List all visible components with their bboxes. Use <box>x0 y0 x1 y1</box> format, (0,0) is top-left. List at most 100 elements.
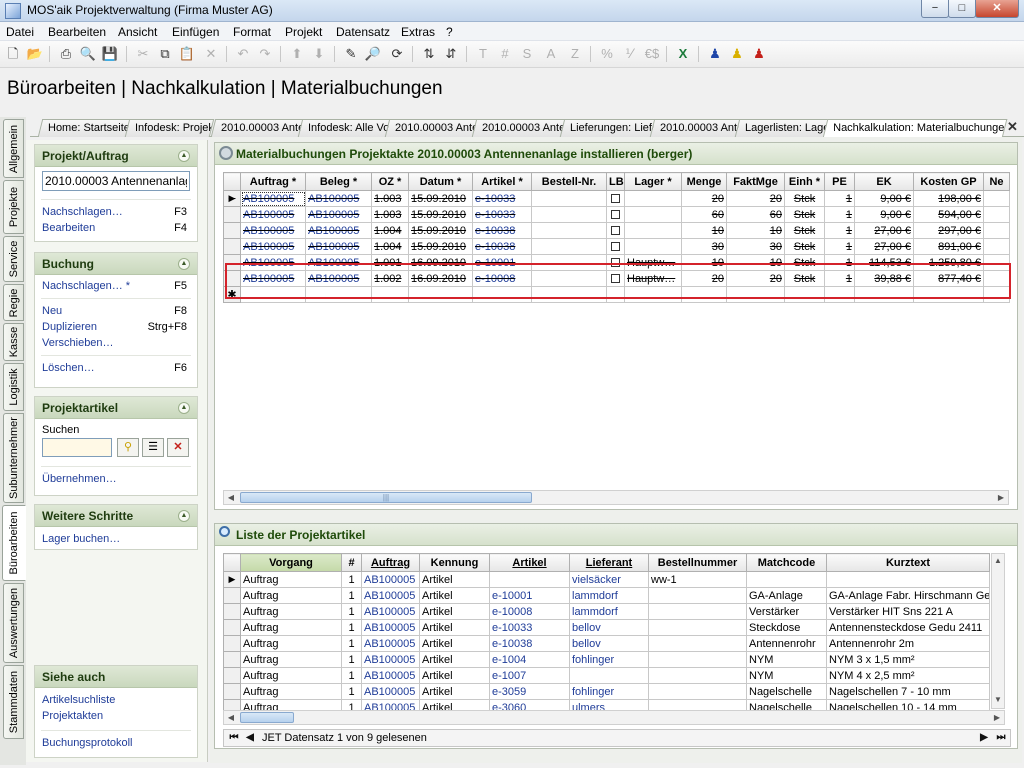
first-record-icon[interactable]: ⏮ <box>227 731 241 745</box>
col-lager[interactable]: Lager * <box>624 172 682 191</box>
clear-filter-icon[interactable]: ✕ <box>167 438 189 457</box>
col-auftrag[interactable]: Auftrag * <box>240 172 306 191</box>
table-row[interactable]: Auftrag 1 AB100005 Artikel e-10001 lammd… <box>223 587 990 604</box>
cut-icon[interactable]: ✂ <box>134 45 152 63</box>
vtab-bueroarbeiten[interactable]: Büroarbeiten <box>2 505 26 581</box>
copy-icon[interactable]: ⧉ <box>156 45 174 63</box>
col-kennung[interactable]: Kennung <box>419 553 490 572</box>
row-selector-icon[interactable]: ▶ <box>223 571 241 588</box>
buchung-verschieben-link[interactable]: Verschieben… <box>35 335 197 351</box>
save-icon[interactable]: 💾 <box>101 45 119 63</box>
previous-record-icon[interactable]: ◀ <box>243 731 257 745</box>
refresh-icon[interactable]: ⟳ <box>388 45 406 63</box>
projektartikel-search-input[interactable] <box>42 438 112 457</box>
vtab-logistik[interactable]: Logistik <box>3 363 24 411</box>
undo-icon[interactable]: ↶ <box>234 45 252 63</box>
menu-ansicht[interactable]: Ansicht <box>118 25 157 39</box>
vtab-projekte[interactable]: Projekte <box>3 180 24 234</box>
buchungsprotokoll-link[interactable]: Buchungsprotokoll <box>35 735 197 751</box>
minimize-button[interactable]: − <box>921 0 949 18</box>
table-row[interactable]: AB100005 AB100005 1.004 15.09.2010 e-100… <box>223 238 1010 255</box>
table-row[interactable]: ▶ AB100005 AB100005 1.003 15.09.2010 e-1… <box>223 190 1010 207</box>
menu-datei[interactable]: Datei <box>6 25 34 39</box>
a-icon[interactable]: A <box>542 45 560 63</box>
col-bestellnummer[interactable]: Bestellnummer <box>648 553 747 572</box>
vtab-auswertungen[interactable]: Auswertungen <box>3 583 24 663</box>
col-pe[interactable]: PE <box>824 172 855 191</box>
row-selector-icon[interactable]: ▶ <box>223 190 241 207</box>
menu-einfuegen[interactable]: Einfügen <box>172 25 219 39</box>
vtab-stammdaten[interactable]: Stammdaten <box>3 665 24 739</box>
scroll-left-icon[interactable]: ◀ <box>225 492 237 504</box>
lb-checkbox[interactable] <box>611 258 620 268</box>
col-kurztext[interactable]: Kurztext <box>826 553 990 572</box>
projektakten-link[interactable]: Projektakten <box>35 708 197 724</box>
outline-numbering-icon[interactable]: ⅟ <box>620 45 638 63</box>
projekt-auftrag-input[interactable] <box>42 171 190 191</box>
delete-icon[interactable]: ✕ <box>202 45 220 63</box>
table-row[interactable]: Auftrag 1 AB100005 Artikel e-10033 bello… <box>223 619 990 636</box>
col-datum[interactable]: Datum * <box>408 172 473 191</box>
currency-icon[interactable]: €$ <box>643 45 661 63</box>
find-icon[interactable]: 🔎 <box>364 45 382 63</box>
vtab-kasse[interactable]: Kasse <box>3 323 24 361</box>
collapse-icon[interactable]: ▲ <box>178 402 190 414</box>
tab-antennenanlage-3[interactable]: 2010.00003 Antennenanlage <box>471 119 567 137</box>
tab-nachkalkulation-materialbuchungen[interactable]: Nachkalkulation: Materialbuchungen <box>822 119 1008 138</box>
lb-checkbox[interactable] <box>611 242 620 252</box>
user-red-icon[interactable]: ♟ <box>750 45 768 63</box>
col-ek[interactable]: EK <box>854 172 914 191</box>
scroll-right-icon[interactable]: ▶ <box>995 492 1007 504</box>
scroll-up-icon[interactable]: ▲ <box>992 555 1004 567</box>
tab-lieferungen[interactable]: Lieferungen: Lieferungen <box>559 119 659 137</box>
menu-extras[interactable]: Extras <box>401 25 435 39</box>
excel-export-icon[interactable]: X <box>674 45 692 63</box>
menu-bearbeiten[interactable]: Bearbeiten <box>48 25 106 39</box>
paste-icon[interactable]: 📋 <box>178 45 196 63</box>
uebernehmen-link[interactable]: Übernehmen… <box>35 471 197 487</box>
menu-help[interactable]: ? <box>446 25 453 39</box>
table-row[interactable]: AB100005 AB100005 1.004 15.09.2010 e-100… <box>223 222 1010 239</box>
col-faktmge[interactable]: FaktMge <box>726 172 785 191</box>
horizontal-scrollbar[interactable]: ◀ ▶ <box>223 710 1005 725</box>
collapse-icon[interactable]: ▲ <box>178 510 190 522</box>
collapse-icon[interactable]: ▲ <box>178 258 190 270</box>
last-record-icon[interactable]: ⏭ <box>994 731 1008 745</box>
tab-infodesk-projekte[interactable]: Infodesk: Projekte <box>124 119 215 137</box>
close-button[interactable]: ✕ <box>975 0 1019 18</box>
tab-infodesk-alle[interactable]: Infodesk: Alle Vorgänge <box>297 119 393 137</box>
menu-format[interactable]: Format <box>233 25 271 39</box>
z-icon[interactable]: Z <box>566 45 584 63</box>
col-artikel[interactable]: Artikel * <box>472 172 532 191</box>
lb-checkbox[interactable] <box>611 194 620 204</box>
tab-lagerlisten[interactable]: Lagerlisten: Lagerlisten <box>734 119 832 137</box>
col-vorgang[interactable]: Vorgang <box>240 553 342 572</box>
col-lb[interactable]: LB <box>606 172 625 191</box>
col-artikel[interactable]: Artikel <box>489 553 570 572</box>
percent-icon[interactable]: % <box>598 45 616 63</box>
vtab-subunternehmer[interactable]: Subunternehmer <box>3 413 24 503</box>
table-row[interactable]: AB100005 AB100005 1.003 15.09.2010 e-100… <box>223 206 1010 223</box>
col-matchcode[interactable]: Matchcode <box>746 553 827 572</box>
menu-datensatz[interactable]: Datensatz <box>336 25 390 39</box>
vtab-regie[interactable]: Regie <box>3 284 24 321</box>
table-row[interactable]: Auftrag 1 AB100005 Artikel e-10038 bello… <box>223 635 990 652</box>
table-row[interactable]: AB100005 AB100005 1.002 16.09.2010 e-100… <box>223 270 1010 287</box>
filter-list-icon[interactable]: ☰ <box>142 438 164 457</box>
table-row[interactable]: ▶ Auftrag 1 AB100005 Artikel vielsäcker … <box>223 571 990 588</box>
user-blue-icon[interactable]: ♟ <box>706 45 724 63</box>
col-kosten-gp[interactable]: Kosten GP <box>913 172 984 191</box>
next-record-icon[interactable]: ▶ <box>977 731 991 745</box>
projekt-bearbeiten-link[interactable]: Bearbeiten F4 <box>35 220 197 236</box>
lb-checkbox[interactable] <box>611 274 620 284</box>
scroll-down-icon[interactable]: ▼ <box>992 694 1004 706</box>
new-row[interactable]: ✱ <box>223 286 1010 303</box>
move-down-icon[interactable]: ⬇ <box>310 45 328 63</box>
tab-home-startseite[interactable]: Home: Startseite <box>37 119 134 137</box>
lb-checkbox[interactable] <box>611 210 620 220</box>
col-einh[interactable]: Einh * <box>784 172 825 191</box>
new-row-icon[interactable]: ✱ <box>223 286 241 303</box>
table-row[interactable]: Auftrag 1 AB100005 Artikel e-10008 lammd… <box>223 603 990 620</box>
scroll-left-icon[interactable]: ◀ <box>225 712 237 724</box>
vtab-service[interactable]: Service <box>3 236 24 282</box>
